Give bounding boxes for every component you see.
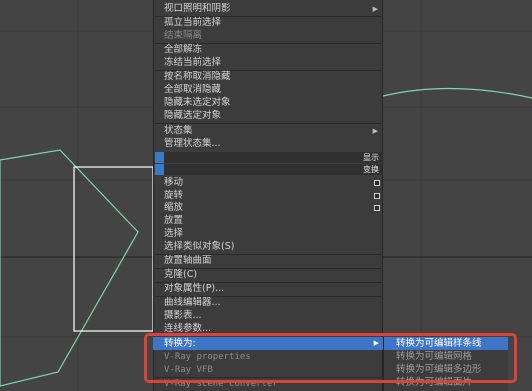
menu-item-label: 曲线编辑器... [164,297,221,308]
menu-item-select[interactable]: 选择 [164,228,382,240]
menu-item-select-similar[interactable]: 选择类似对象(S) [164,241,382,253]
menu-item-end-isolate: 结束隔离 [164,30,382,42]
submenu-item-convert-to-editable-mesh: 转换为可编辑网格 [384,350,508,363]
submenu-item-label: 转换为可编辑样条线 [396,338,482,349]
menu-item-curve-editor[interactable]: 曲线编辑器... [164,297,382,309]
submenu-arrow-icon: ▶ [373,339,379,347]
submenu-arrow-icon: ▶ [372,127,378,135]
submenu-item-convert-to-editable-poly: 转换为可编辑多边形 [384,363,508,376]
menu-item-state-sets[interactable]: 状态集 ▶ [164,125,382,137]
menu-item-label: 隐藏选定对象 [164,110,222,121]
menu-item-hide-unselected[interactable]: 隐藏未选定对象 [164,97,382,109]
options-box-icon[interactable] [374,205,380,211]
menu-item-label: 缩放 [164,202,184,213]
submenu-item-label: 转换为可编辑面片 [396,377,473,388]
menu-item-place[interactable]: 放置 [164,215,382,227]
menu-item-viewport-lighting[interactable]: 视口照明和阴影 ▶ [164,3,382,15]
menu-item-label: 按名称取消隐藏 [164,71,231,82]
menu-item-label: 移动 [164,177,184,188]
options-box-icon[interactable] [374,193,380,199]
quad-section-marker [155,152,164,163]
menu-item-place-pivot-surface[interactable]: 放置轴曲面 [164,255,382,267]
menu-item-label: 选择 [164,228,184,239]
menu-separator [155,123,382,124]
quad-section-marker [155,164,164,175]
menu-item-label: 放置 [164,215,184,226]
submenu-arrow-icon: ▶ [372,5,378,13]
menu-item-label: 连线参数... [164,323,212,334]
menu-item-label: 视口照明和阴影 [164,3,231,14]
submenu-item-convert-to-editable-spline[interactable]: 转换为可编辑样条线 [384,337,508,350]
menu-item-convert-to[interactable]: 转换为: ▶ [153,337,383,350]
menu-item-freeze-selection[interactable]: 冻结当前选择 [164,57,382,69]
menu-item-vray-scene-converter: V-Ray scene converter [164,378,382,390]
menu-item-wire-parameters[interactable]: 连线参数... [164,323,382,335]
menu-item-label: 旋转 [164,190,184,201]
menu-item-unhide-all[interactable]: 全部取消隐藏 [164,84,382,96]
menu-item-object-properties[interactable]: 对象属性(P)... [164,283,382,295]
menu-item-label: 摄影表... [164,310,202,321]
spline-shape-hexagon [0,149,139,387]
menu-item-move[interactable]: 移动 [164,177,382,189]
menu-item-dope-sheet[interactable]: 摄影表... [164,310,382,322]
submenu-item-label: 转换为可编辑网格 [396,351,473,362]
menu-item-label: 孤立当前选择 [164,17,222,28]
spline-shape-circle [382,87,532,99]
quad-section-label: 显示 [363,153,379,162]
submenu-item-convert-to-editable-patch: 转换为可编辑面片 [384,376,508,389]
submenu-item-label: 转换为可编辑多边形 [396,364,482,375]
menu-item-unhide-by-name[interactable]: 按名称取消隐藏 [164,71,382,83]
menu-item-clone[interactable]: 克隆(C) [164,269,382,281]
menu-item-label: 选择类似对象(S) [164,241,235,252]
menu-item-vray-vfb: V-Ray VFB [164,364,382,376]
menu-item-manage-state-sets[interactable]: 管理状态集... [164,138,382,150]
menu-item-scale[interactable]: 缩放 [164,202,382,214]
menu-item-label: V-Ray properties [164,352,251,362]
convert-to-submenu: 转换为可编辑样条线 转换为可编辑网格 转换为可编辑多边形 转换为可编辑面片 [383,337,508,391]
menu-item-label: 冻结当前选择 [164,57,222,68]
selected-rectangle-shape [73,166,154,332]
options-box-icon[interactable] [374,180,380,186]
menu-item-label: 转换为: [164,338,196,349]
menu-item-label: 管理状态集... [164,138,221,149]
menu-item-label: V-Ray scene converter [164,379,278,389]
quad-section-transform: 变换 [155,164,382,175]
menu-item-vray-properties: V-Ray properties [164,351,382,363]
menu-item-label: 放置轴曲面 [164,255,212,266]
quad-context-menu: 视口照明和阴影 ▶ 孤立当前选择 结束隔离 全部解冻 冻结当前选择 按名称取消隐… [153,0,383,391]
quad-section-display: 显示 [155,152,382,163]
menu-item-label: 结束隔离 [164,30,203,41]
menu-item-label: 对象属性(P)... [164,283,225,294]
menu-item-isolate-selection[interactable]: 孤立当前选择 [164,17,382,29]
menu-item-label: 全部解冻 [164,44,203,55]
menu-item-rotate[interactable]: 旋转 [164,190,382,202]
menu-item-label: 状态集 [164,125,193,136]
quad-section-label: 变换 [363,165,379,174]
menu-item-label: 克隆(C) [164,269,198,280]
menu-item-unfreeze-all[interactable]: 全部解冻 [164,44,382,56]
menu-item-label: 隐藏未选定对象 [164,97,231,108]
menu-item-label: 全部取消隐藏 [164,84,222,95]
menu-item-hide-selection[interactable]: 隐藏选定对象 [164,110,382,122]
menu-item-label: V-Ray VFB [164,365,213,375]
